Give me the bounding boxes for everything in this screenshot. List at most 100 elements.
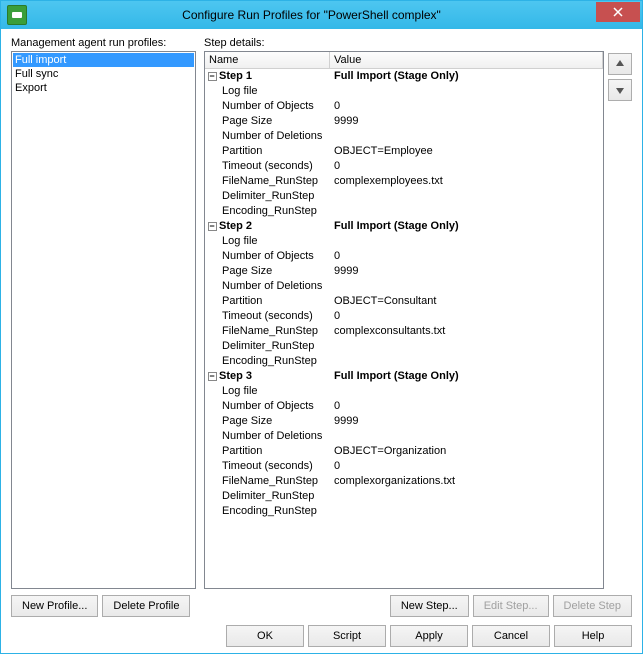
cancel-button[interactable]: Cancel xyxy=(472,625,550,647)
property-row[interactable]: Page Size9999 xyxy=(205,114,603,129)
row-spacer xyxy=(205,324,219,339)
collapse-icon[interactable]: − xyxy=(205,69,219,84)
move-up-button[interactable] xyxy=(608,53,632,75)
column-header-name[interactable]: Name xyxy=(205,52,330,68)
profiles-list[interactable]: Full importFull syncExport xyxy=(11,51,196,589)
titlebar[interactable]: Configure Run Profiles for "PowerShell c… xyxy=(1,1,642,29)
property-name: FileName_RunStep xyxy=(219,174,330,189)
profile-item[interactable]: Full import xyxy=(13,53,194,67)
profile-item[interactable]: Export xyxy=(13,81,194,95)
property-name: Timeout (seconds) xyxy=(219,459,330,474)
property-value: 0 xyxy=(330,309,603,324)
profile-step-buttons: New Profile... Delete Profile New Step..… xyxy=(11,595,632,617)
new-profile-button[interactable]: New Profile... xyxy=(11,595,98,617)
grid-body: −Step 1Full Import (Stage Only) Log file… xyxy=(205,69,603,519)
property-row[interactable]: Log file xyxy=(205,384,603,399)
collapse-icon[interactable]: − xyxy=(205,219,219,234)
property-name: Log file xyxy=(219,84,330,99)
property-value xyxy=(330,129,603,144)
help-button[interactable]: Help xyxy=(554,625,632,647)
property-name: Page Size xyxy=(219,264,330,279)
property-row[interactable]: PartitionOBJECT=Organization xyxy=(205,444,603,459)
step-grid[interactable]: Name Value −Step 1Full Import (Stage Onl… xyxy=(204,51,604,589)
property-row[interactable]: Number of Objects0 xyxy=(205,249,603,264)
row-spacer xyxy=(205,84,219,99)
close-button[interactable] xyxy=(596,2,640,22)
property-row[interactable]: Page Size9999 xyxy=(205,414,603,429)
property-row[interactable]: Timeout (seconds)0 xyxy=(205,459,603,474)
property-row[interactable]: PartitionOBJECT=Consultant xyxy=(205,294,603,309)
property-row[interactable]: PartitionOBJECT=Employee xyxy=(205,144,603,159)
row-spacer xyxy=(205,264,219,279)
property-row[interactable]: Timeout (seconds)0 xyxy=(205,159,603,174)
property-value: 9999 xyxy=(330,114,603,129)
property-value: 9999 xyxy=(330,264,603,279)
spacer xyxy=(194,595,385,617)
property-row[interactable]: FileName_RunStepcomplexconsultants.txt xyxy=(205,324,603,339)
row-spacer xyxy=(205,399,219,414)
dialog-window: Configure Run Profiles for "PowerShell c… xyxy=(0,0,643,654)
property-row[interactable]: Encoding_RunStep xyxy=(205,504,603,519)
property-name: Encoding_RunStep xyxy=(219,204,330,219)
profile-item[interactable]: Full sync xyxy=(13,67,194,81)
property-value: OBJECT=Consultant xyxy=(330,294,603,309)
property-row[interactable]: Number of Deletions xyxy=(205,129,603,144)
property-row[interactable]: Log file xyxy=(205,84,603,99)
property-row[interactable]: Delimiter_RunStep xyxy=(205,339,603,354)
new-step-button[interactable]: New Step... xyxy=(390,595,469,617)
property-name: Number of Objects xyxy=(219,399,330,414)
delete-step-button[interactable]: Delete Step xyxy=(553,595,632,617)
step-type: Full Import (Stage Only) xyxy=(330,69,603,84)
property-row[interactable]: Timeout (seconds)0 xyxy=(205,309,603,324)
row-spacer xyxy=(205,504,219,519)
row-spacer xyxy=(205,444,219,459)
property-row[interactable]: Number of Deletions xyxy=(205,429,603,444)
details-label: Step details: xyxy=(204,37,604,49)
property-name: Partition xyxy=(219,294,330,309)
property-value xyxy=(330,234,603,249)
delete-profile-button[interactable]: Delete Profile xyxy=(102,595,190,617)
script-button[interactable]: Script xyxy=(308,625,386,647)
step-header-row[interactable]: −Step 1Full Import (Stage Only) xyxy=(205,69,603,84)
apply-button[interactable]: Apply xyxy=(390,625,468,647)
ok-button[interactable]: OK xyxy=(226,625,304,647)
property-value xyxy=(330,279,603,294)
property-name: Timeout (seconds) xyxy=(219,159,330,174)
property-row[interactable]: Encoding_RunStep xyxy=(205,204,603,219)
property-value: 0 xyxy=(330,159,603,174)
property-name: Delimiter_RunStep xyxy=(219,339,330,354)
step-title: Step 3 xyxy=(219,369,330,384)
property-name: Timeout (seconds) xyxy=(219,309,330,324)
move-down-button[interactable] xyxy=(608,79,632,101)
property-row[interactable]: Number of Objects0 xyxy=(205,99,603,114)
property-row[interactable]: Log file xyxy=(205,234,603,249)
row-spacer xyxy=(205,309,219,324)
property-row[interactable]: Number of Objects0 xyxy=(205,399,603,414)
step-header-row[interactable]: −Step 2Full Import (Stage Only) xyxy=(205,219,603,234)
property-row[interactable]: Page Size9999 xyxy=(205,264,603,279)
property-row[interactable]: FileName_RunStepcomplexemployees.txt xyxy=(205,174,603,189)
property-name: Page Size xyxy=(219,414,330,429)
property-value: complexemployees.txt xyxy=(330,174,603,189)
grid-header: Name Value xyxy=(205,52,603,69)
property-row[interactable]: Delimiter_RunStep xyxy=(205,489,603,504)
property-row[interactable]: FileName_RunStepcomplexorganizations.txt xyxy=(205,474,603,489)
property-name: Encoding_RunStep xyxy=(219,354,330,369)
row-spacer xyxy=(205,459,219,474)
property-row[interactable]: Number of Deletions xyxy=(205,279,603,294)
row-spacer xyxy=(205,279,219,294)
collapse-icon[interactable]: − xyxy=(205,369,219,384)
property-value: OBJECT=Organization xyxy=(330,444,603,459)
property-row[interactable]: Delimiter_RunStep xyxy=(205,189,603,204)
row-spacer xyxy=(205,354,219,369)
column-header-value[interactable]: Value xyxy=(330,52,603,68)
property-value xyxy=(330,429,603,444)
property-row[interactable]: Encoding_RunStep xyxy=(205,354,603,369)
property-value: 9999 xyxy=(330,414,603,429)
property-value: complexorganizations.txt xyxy=(330,474,603,489)
row-spacer xyxy=(205,234,219,249)
step-header-row[interactable]: −Step 3Full Import (Stage Only) xyxy=(205,369,603,384)
property-value xyxy=(330,84,603,99)
edit-step-button[interactable]: Edit Step... xyxy=(473,595,549,617)
profiles-label: Management agent run profiles: xyxy=(11,37,196,49)
